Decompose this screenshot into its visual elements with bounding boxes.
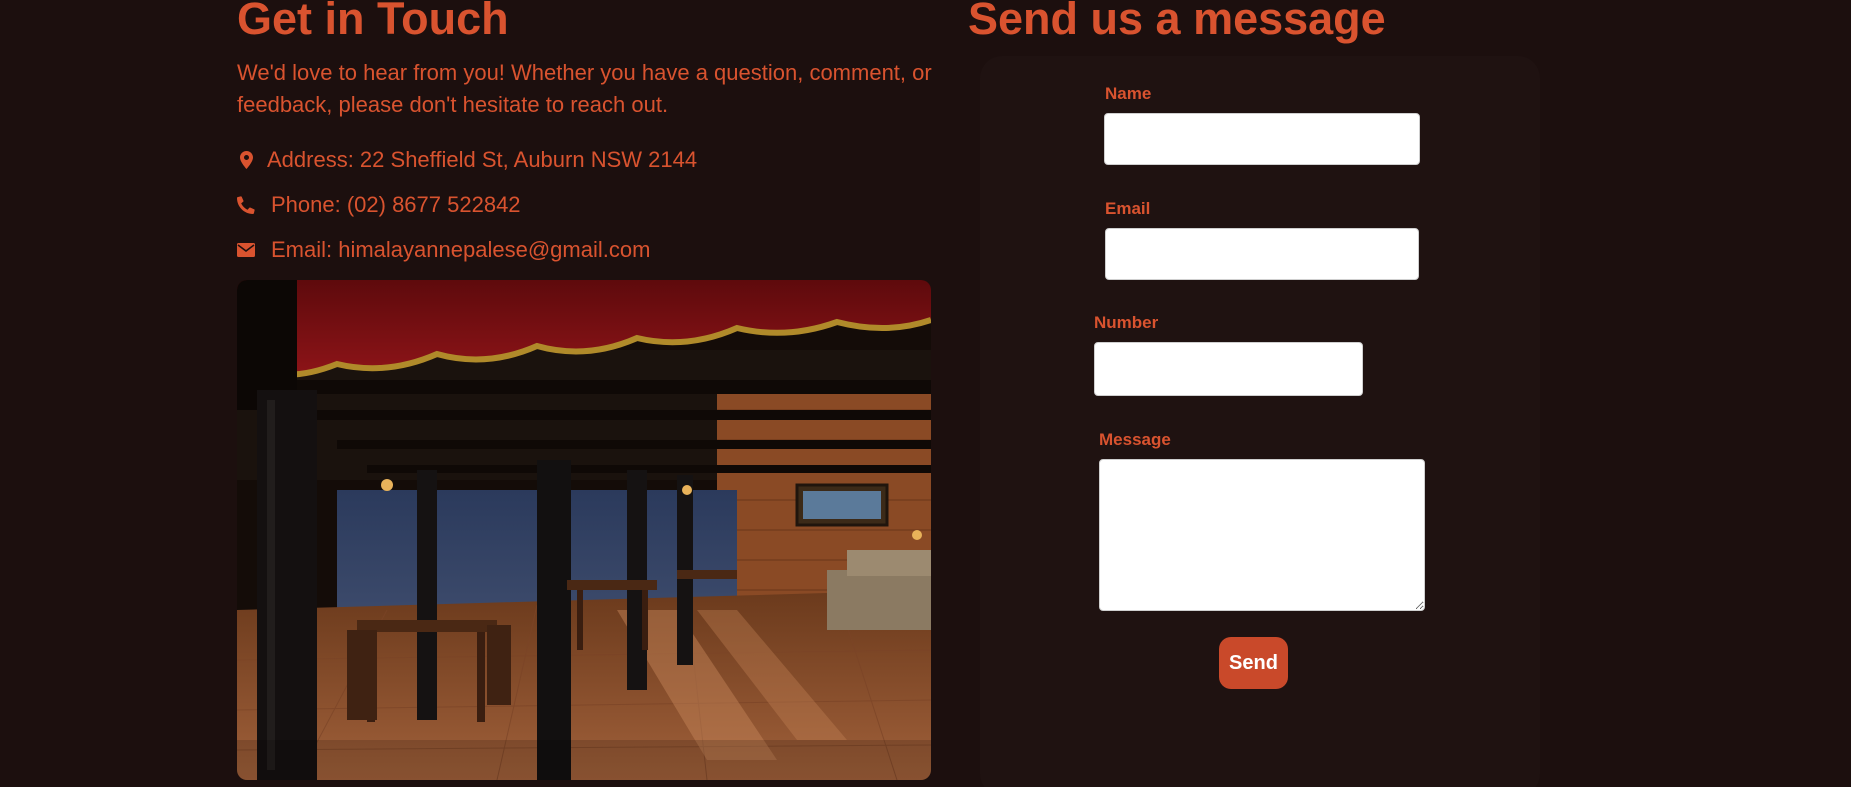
contact-page: Get in Touch We'd love to hear from you!… — [0, 0, 1851, 787]
phone-text: Phone: (02) 8677 522842 — [271, 192, 521, 217]
message-label: Message — [1099, 430, 1171, 449]
message-heading: Send us a message — [968, 0, 1386, 44]
address-text: Address: 22 Sheffield St, Auburn NSW 214… — [267, 147, 698, 172]
map-pin-icon — [237, 151, 255, 169]
email-text: Email: himalayannepalese@gmail.com — [271, 237, 651, 262]
email-row: Email: himalayannepalese@gmail.com — [237, 237, 650, 263]
contact-intro: We'd love to hear from you! Whether you … — [237, 60, 932, 117]
number-label: Number — [1094, 313, 1159, 332]
restaurant-interior-photo — [237, 280, 931, 780]
name-input[interactable] — [1104, 113, 1420, 165]
contact-heading: Get in Touch — [237, 0, 509, 44]
phone-row: Phone: (02) 8677 522842 — [237, 192, 521, 218]
address-row: Address: 22 Sheffield St, Auburn NSW 214… — [237, 147, 697, 173]
envelope-icon — [237, 241, 255, 259]
number-input[interactable] — [1094, 342, 1363, 396]
send-button[interactable]: Send — [1219, 637, 1288, 689]
message-textarea[interactable] — [1099, 459, 1425, 611]
name-label: Name — [1105, 84, 1152, 103]
phone-icon — [237, 196, 255, 214]
email-label: Email — [1105, 199, 1151, 218]
email-input[interactable] — [1105, 228, 1419, 280]
